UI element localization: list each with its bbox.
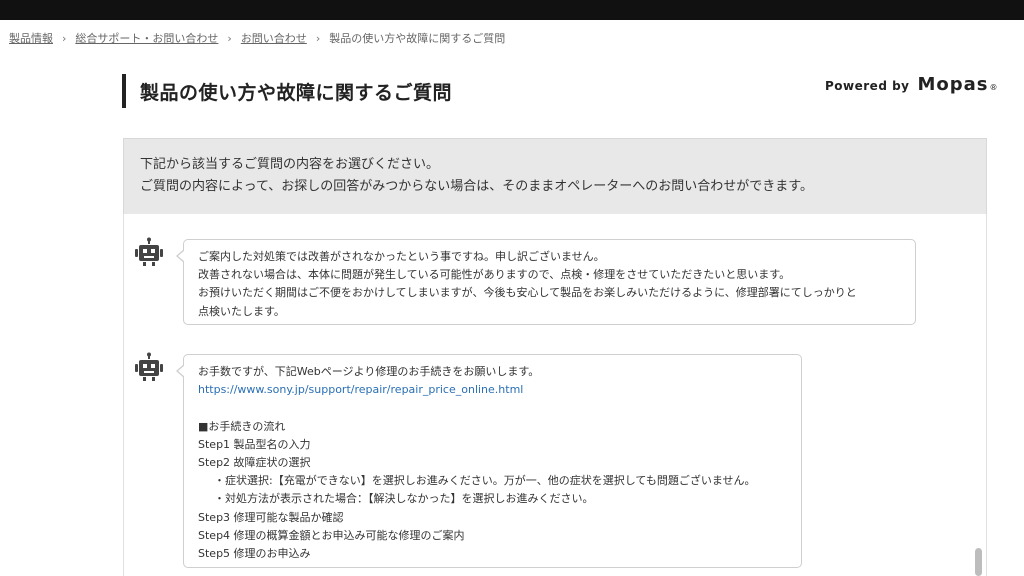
powered-by-label: Powered by bbox=[825, 79, 910, 93]
bot-message-bubble: ご案内した対処策では改善がされなかったという事ですね。申し訳ございません。 改善… bbox=[176, 239, 916, 325]
flow-title: ■お手続きの流れ bbox=[198, 419, 286, 433]
page-title-block: 製品の使い方や故障に関するご質問 bbox=[122, 74, 452, 108]
step-5: Step5 修理のお申込み bbox=[198, 547, 311, 561]
breadcrumb: 製品情報 › 総合サポート・お問い合わせ › お問い合わせ › 製品の使い方や故… bbox=[9, 30, 505, 46]
message-line: お預けいただく期間はご不便をおかけしてしまいますが、今後も安心して製品をお楽しみ… bbox=[198, 286, 857, 300]
chat-scrollbar[interactable] bbox=[975, 548, 982, 576]
step-4: Step4 修理の概算金額とお申込み可能な修理のご案内 bbox=[198, 528, 465, 542]
top-bar bbox=[0, 0, 1024, 20]
instruction-line-2: ご質問の内容によって、お探しの回答がみつからない場合は、そのままオペレーターへの… bbox=[140, 179, 814, 194]
bot-message-bubble: お手数ですが、下記Webページより修理のお手続きをお願いします。 https:/… bbox=[176, 354, 802, 568]
message-line: 改善されない場合は、本体に問題が発生している可能性がありますので、点検・修理をさ… bbox=[198, 268, 791, 282]
step-3: Step3 修理可能な製品か確認 bbox=[198, 510, 344, 524]
breadcrumb-link-contact[interactable]: お問い合わせ bbox=[241, 30, 307, 46]
breadcrumb-current: 製品の使い方や故障に関するご質問 bbox=[329, 32, 506, 45]
step-2-note-1: ・症状選択:【充電ができない】を選択しお進みください。万が一、他の症状を選択して… bbox=[214, 474, 756, 488]
instruction-box: 下記から該当するご質問の内容をお選びください。 ご質問の内容によって、お探しの回… bbox=[123, 138, 987, 214]
robot-icon bbox=[134, 237, 164, 267]
registered-mark: ® bbox=[989, 83, 998, 92]
powered-by-logo: Powered by Mopas ® bbox=[825, 74, 998, 98]
message-intro: お手数ですが、下記Webページより修理のお手続きをお願いします。 bbox=[198, 365, 540, 378]
step-1: Step1 製品型名の入力 bbox=[198, 437, 311, 451]
breadcrumb-link-products[interactable]: 製品情報 bbox=[9, 30, 53, 46]
breadcrumb-link-support[interactable]: 総合サポート・お問い合わせ bbox=[75, 30, 218, 46]
message-line: ご案内した対処策では改善がされなかったという事ですね。申し訳ございません。 bbox=[198, 250, 605, 263]
repair-page-link[interactable]: https://www.sony.jp/support/repair/repai… bbox=[198, 383, 523, 396]
step-2-note-2: ・対処方法が表示された場合：【解決しなかった】を選択しお進みください。 bbox=[214, 492, 594, 506]
breadcrumb-separator: › bbox=[315, 31, 321, 45]
step-2: Step2 故障症状の選択 bbox=[198, 456, 311, 469]
repair-link-line: https://www.sony.jp/support/repair/repai… bbox=[198, 381, 787, 399]
breadcrumb-separator: › bbox=[227, 31, 232, 45]
brand-name: Mopas bbox=[917, 74, 989, 95]
breadcrumb-separator: › bbox=[62, 31, 67, 45]
robot-icon bbox=[134, 352, 164, 382]
page-title: 製品の使い方や故障に関するご質問 bbox=[140, 81, 453, 104]
message-line: 点検いたします。 bbox=[198, 304, 285, 318]
instruction-line-1: 下記から該当するご質問の内容をお選びください。 bbox=[140, 157, 440, 172]
